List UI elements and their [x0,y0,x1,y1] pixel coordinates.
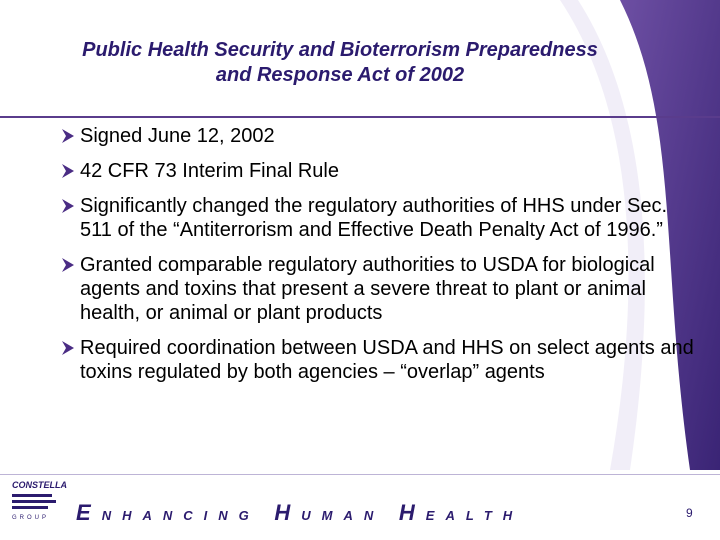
bullet-text: Significantly changed the regulatory aut… [80,195,668,241]
arrow-bullet-icon [62,258,74,272]
bullet-text: Required coordination between USDA and H… [80,337,694,383]
arrow-bullet-icon [62,199,74,213]
bullet-item: Granted comparable regulatory authoritie… [60,253,700,325]
slide-title-line2: and Response Act of 2002 [215,64,465,86]
slide-title-line1: Public Health Security and Bioterrorism … [82,39,598,61]
constella-logo: CONSTELLA GROUP [12,480,67,528]
arrow-bullet-icon [62,341,74,355]
footer-tagline: ENHANCING HUMAN HEALTH [76,500,523,526]
bullet-item: Signed June 12, 2002 [60,124,700,148]
bullet-item: 42 CFR 73 Interim Final Rule [60,159,700,183]
arrow-bullet-icon [62,129,74,143]
bullet-text: 42 CFR 73 Interim Final Rule [80,160,339,182]
slide-title: Public Health Security and Bioterrorism … [20,38,660,88]
tagline-word: ENHANCING [76,500,260,525]
title-divider [0,116,720,118]
page-number: 9 [686,506,693,520]
logo-mark-icon [12,494,56,509]
tagline-word: HUMAN [274,500,385,525]
bullet-text: Signed June 12, 2002 [80,125,275,147]
logo-subtext: GROUP [12,515,50,521]
footer-divider [0,474,720,475]
arrow-bullet-icon [62,164,74,178]
bullet-text: Granted comparable regulatory authoritie… [80,254,655,324]
bullet-item: Significantly changed the regulatory aut… [60,194,700,242]
bullet-list: Signed June 12, 2002 42 CFR 73 Interim F… [60,124,700,395]
tagline-word: HEALTH [398,500,524,525]
logo-text: CONSTELLA [12,480,67,490]
bullet-item: Required coordination between USDA and H… [60,336,700,384]
